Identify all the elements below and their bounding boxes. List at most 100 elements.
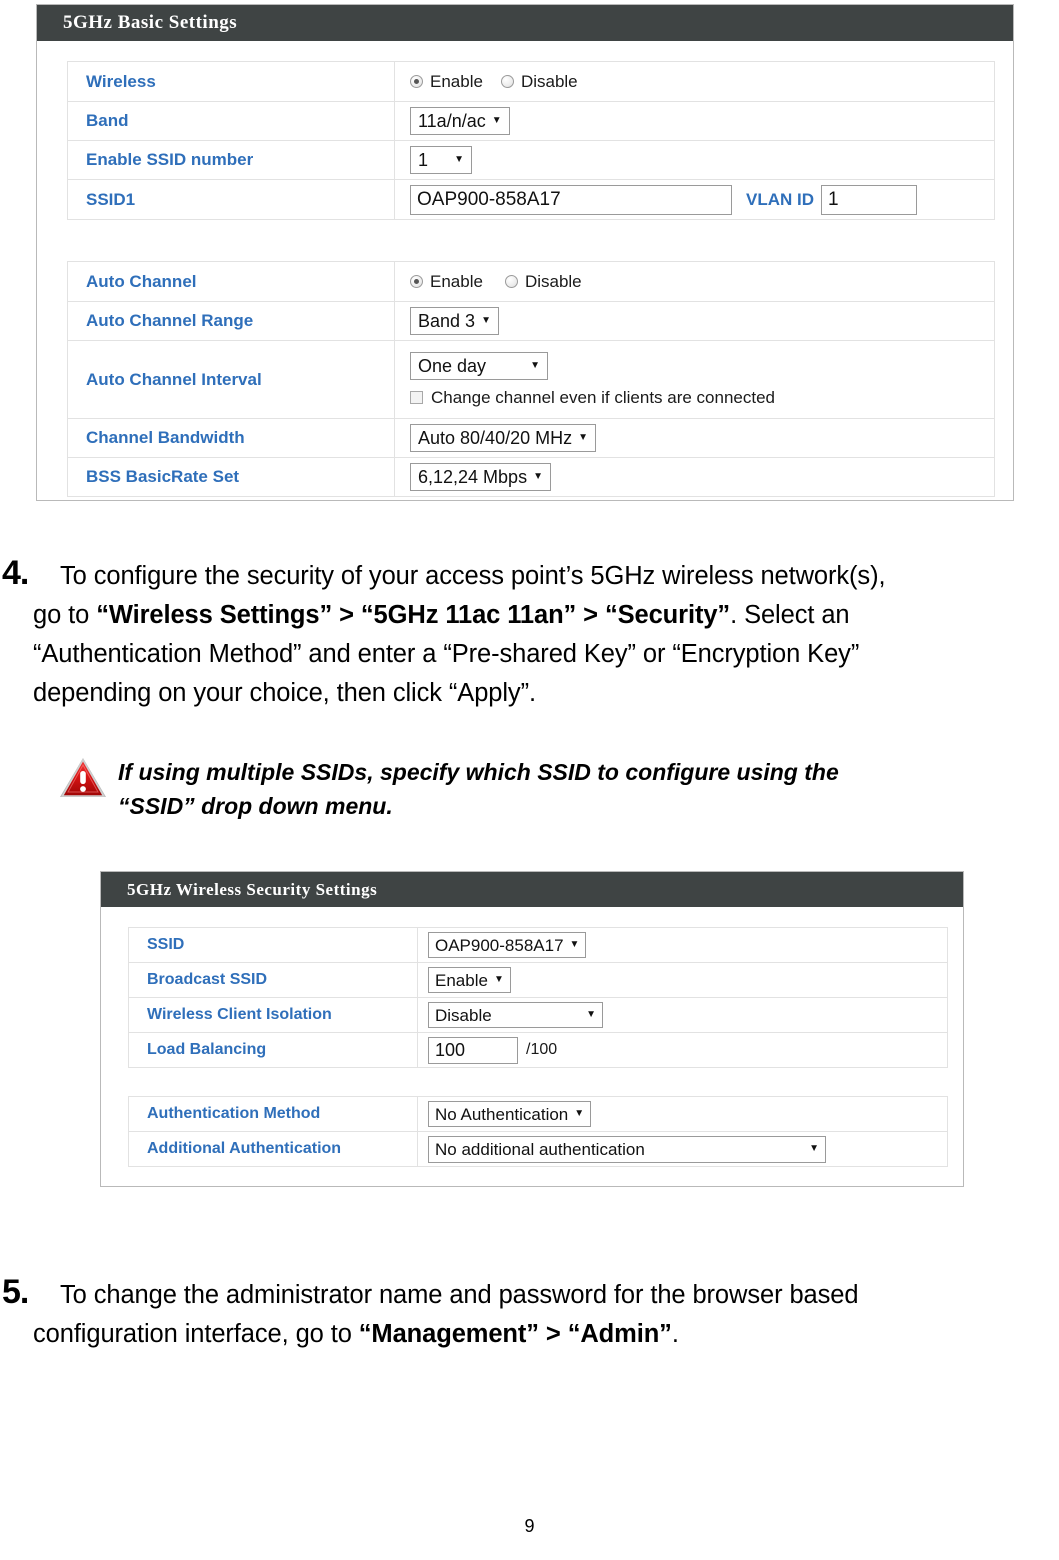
load-balancing-suffix: /100 (526, 1041, 558, 1058)
auto-channel-range-value: Band 3 (418, 311, 476, 331)
table-row-auto-channel-interval: Auto Channel Interval One day ▼ Change c… (67, 340, 995, 419)
table-row-ssid: SSID OAP900-858A17 ▼ (128, 927, 948, 963)
step-4-line-2-prefix: go to (33, 601, 97, 629)
enable-ssid-number-value: 1 (418, 150, 429, 170)
vlan-id-input-value: 1 (828, 188, 839, 210)
auto-channel-disable-label: Disable (524, 271, 582, 291)
row-label-auto-channel: Auto Channel (86, 271, 197, 291)
security-settings-group1-table: SSID OAP900-858A17 ▼ Broadcast SSID Enab… (128, 927, 948, 1068)
row-label-wireless-client-isolation: Wireless Client Isolation (147, 1006, 332, 1023)
wireless-enable-radio[interactable]: Enable (410, 72, 483, 92)
radio-filled-icon (410, 75, 423, 88)
additional-authentication-value: No additional authentication (435, 1139, 645, 1159)
page-number: 9 (524, 1516, 535, 1536)
step-5-line-2-suffix: . (671, 1320, 679, 1348)
row-label-wireless: Wireless (86, 71, 156, 91)
step-4-body: To configure the security of your access… (33, 557, 1059, 713)
enable-ssid-number-select[interactable]: 1 ▼ (410, 146, 472, 174)
chevron-down-icon: ▼ (809, 1143, 819, 1154)
chevron-down-icon: ▼ (530, 359, 540, 371)
chevron-down-icon: ▼ (533, 471, 543, 482)
table-row-channel-bandwidth: Channel Bandwidth Auto 80/40/20 MHz ▼ (67, 418, 995, 458)
wireless-client-isolation-value: Disable (435, 1005, 492, 1025)
panel-5ghz-wireless-security-settings: 5GHz Wireless Security Settings SSID OAP… (100, 871, 964, 1187)
step-4-line-1-text: To configure the security of your access… (60, 562, 886, 590)
table-row-additional-authentication: Additional Authentication No additional … (128, 1131, 948, 1167)
chevron-down-icon: ▼ (493, 974, 504, 985)
ssid1-input[interactable]: OAP900-858A17 (410, 184, 732, 215)
row-label-enable-ssid-number: Enable SSID number (86, 150, 254, 169)
auto-channel-interval-select[interactable]: One day ▼ (410, 351, 548, 380)
broadcast-ssid-value: Enable (435, 970, 488, 990)
row-label-auto-channel-interval: Auto Channel Interval (86, 369, 262, 389)
row-label-authentication-method: Authentication Method (147, 1105, 321, 1122)
chevron-down-icon: ▼ (586, 1009, 596, 1020)
step-5-body: To change the administrator name and pas… (33, 1276, 1059, 1354)
radio-empty-icon (504, 275, 518, 288)
load-balancing-input-value: 100 (435, 1039, 466, 1060)
bss-basic-rate-set-select[interactable]: 6,12,24 Mbps ▼ (410, 463, 551, 491)
step-4-number: 4. (2, 554, 29, 592)
step-4-line-1: To configure the security of your access… (60, 557, 1059, 596)
auto-channel-disable-radio[interactable]: Disable (504, 271, 582, 292)
ssid1-input-value: OAP900-858A17 (417, 188, 561, 210)
panel-security-title: 5GHz Wireless Security Settings (127, 880, 378, 899)
channel-bandwidth-value: Auto 80/40/20 MHz (418, 428, 573, 448)
radio-empty-icon (500, 75, 514, 88)
wireless-enable-label: Enable (430, 71, 483, 91)
step-5-line-2-prefix: configuration interface, go to (33, 1320, 359, 1348)
band-select[interactable]: 11a/n/ac ▼ (410, 107, 510, 135)
table-row-band: Band 11a/n/ac ▼ (67, 101, 995, 141)
table-row-bss-basic-rate-set: BSS BasicRate Set 6,12,24 Mbps ▼ (67, 457, 995, 497)
broadcast-ssid-select[interactable]: Enable ▼ (428, 967, 511, 993)
step-4-nav-path: “Wireless Settings” > “5GHz 11ac 11an” >… (96, 601, 731, 629)
note-line-2: “SSID” drop down menu. (118, 793, 393, 819)
table-row-broadcast-ssid: Broadcast SSID Enable ▼ (128, 962, 948, 998)
chevron-down-icon: ▼ (578, 432, 588, 443)
load-balancing-input[interactable]: 100 (428, 1036, 518, 1064)
radio-filled-icon (410, 275, 423, 288)
authentication-method-select[interactable]: No Authentication ▼ (428, 1101, 592, 1127)
auto-channel-enable-label: Enable (430, 271, 483, 291)
step-4-line-2-suffix: . Select an (730, 601, 850, 629)
table-row-wireless: Wireless Enable Disable (67, 61, 995, 102)
auto-channel-enable-radio[interactable]: Enable (410, 272, 483, 292)
basic-settings-group2-table: Auto Channel Enable Disable Auto Channel… (67, 261, 995, 497)
security-ssid-value: OAP900-858A17 (435, 935, 564, 955)
basic-settings-group1-table: Wireless Enable Disable Band 11a/n/ac ▼ … (67, 61, 995, 220)
chevron-down-icon: ▼ (454, 154, 464, 165)
change-channel-checkbox[interactable] (410, 391, 423, 404)
note-text: If using multiple SSIDs, specify which S… (118, 755, 1018, 823)
vlan-id-input[interactable]: 1 (821, 184, 917, 215)
wireless-client-isolation-select[interactable]: Disable ▼ (428, 1002, 603, 1028)
auto-channel-interval-value: One day (418, 355, 487, 376)
table-row-load-balancing: Load Balancing 100 /100 (128, 1032, 948, 1068)
channel-bandwidth-select[interactable]: Auto 80/40/20 MHz ▼ (410, 424, 596, 452)
row-label-auto-channel-range: Auto Channel Range (86, 311, 254, 330)
step-4-line-3: “Authentication Method” and enter a “Pre… (33, 635, 1059, 674)
vlan-id-label: VLAN ID (746, 189, 814, 209)
step-4-line-4: depending on your choice, then click “Ap… (33, 674, 1059, 713)
step-4-line-4-text: depending on your choice, then click “Ap… (33, 679, 536, 707)
security-ssid-select[interactable]: OAP900-858A17 ▼ (428, 932, 587, 958)
row-label-ssid: SSID (147, 936, 185, 953)
wireless-disable-label: Disable (520, 71, 578, 91)
chevron-down-icon: ▼ (481, 315, 491, 326)
additional-authentication-select[interactable]: No additional authentication ▼ (428, 1135, 826, 1163)
step-5-line-1: To change the administrator name and pas… (60, 1276, 1059, 1315)
chevron-down-icon: ▼ (574, 1108, 585, 1119)
row-label-additional-authentication: Additional Authentication (147, 1140, 342, 1157)
auto-channel-range-select[interactable]: Band 3 ▼ (410, 307, 499, 335)
warning-triangle-icon (57, 752, 109, 804)
step-5-nav-path: “Management” > “Admin” (358, 1320, 672, 1348)
table-row-enable-ssid-number: Enable SSID number 1 ▼ (67, 140, 995, 180)
note-line-1: If using multiple SSIDs, specify which S… (118, 759, 839, 785)
wireless-disable-radio[interactable]: Disable (500, 71, 578, 92)
chevron-down-icon: ▼ (569, 939, 580, 950)
step-5-line-1-text: To change the administrator name and pas… (60, 1281, 859, 1309)
authentication-method-value: No Authentication (435, 1104, 569, 1124)
bss-basic-rate-set-value: 6,12,24 Mbps (418, 467, 528, 487)
table-row-auto-channel: Auto Channel Enable Disable (67, 261, 995, 302)
table-row-ssid1: SSID1 OAP900-858A17 VLAN ID 1 (67, 179, 995, 220)
step-4-line-2: go to “Wireless Settings” > “5GHz 11ac 1… (33, 596, 1059, 635)
